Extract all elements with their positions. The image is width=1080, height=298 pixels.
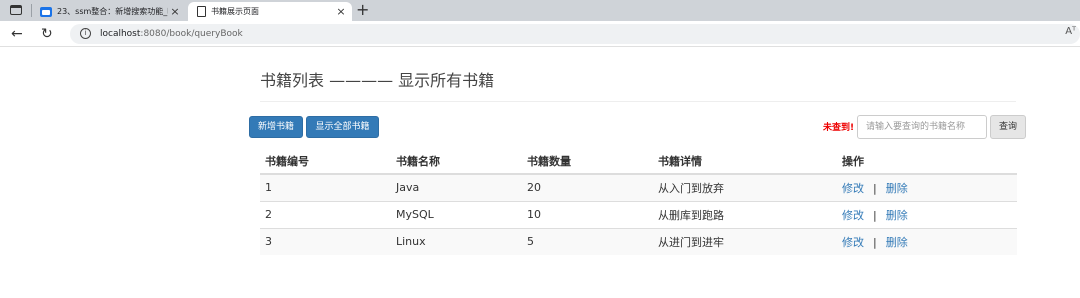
show-all-books-button[interactable]: 显示全部书籍: [306, 116, 379, 138]
browser-tab-2[interactable]: 书籍展示页面 ×: [188, 2, 352, 21]
browser-tab-1[interactable]: 23、ssm整合：新增搜索功能_咔 ×: [34, 2, 186, 21]
delete-link[interactable]: 删除: [886, 209, 908, 222]
not-found-message: 未查到!: [823, 123, 855, 133]
tab-close-icon[interactable]: ×: [334, 5, 348, 18]
address-bar: ← ↻ i localhost:8080/book/queryBook Aᵀ: [0, 21, 1080, 47]
cell-id: 2: [260, 200, 391, 228]
tab-actions-icon[interactable]: [10, 5, 22, 15]
tab-title: 23、ssm整合：新增搜索功能_咔: [57, 7, 168, 16]
cell-id: 1: [260, 173, 391, 201]
page-icon: [197, 6, 206, 17]
new-tab-button[interactable]: +: [356, 1, 369, 19]
tab-divider: [31, 4, 32, 17]
action-separator: |: [873, 208, 877, 222]
cell-name: Java: [391, 173, 522, 201]
column-header-detail: 书籍详情: [653, 148, 837, 175]
cell-actions: 修改 | 删除: [837, 227, 1017, 255]
action-separator: |: [873, 235, 877, 249]
omnibox[interactable]: i localhost:8080/book/queryBook Aᵀ: [70, 24, 1080, 44]
cell-actions: 修改 | 删除: [837, 200, 1017, 228]
cell-detail: 从删库到跑路: [653, 200, 837, 228]
column-header-id: 书籍编号: [260, 148, 391, 175]
back-arrow-icon[interactable]: ←: [11, 25, 23, 43]
cell-id: 3: [260, 227, 391, 255]
add-book-button[interactable]: 新增书籍: [249, 116, 303, 138]
table-row: 2 MySQL 10 从删库到跑路 修改 | 删除: [260, 200, 1017, 228]
delete-link[interactable]: 删除: [886, 236, 908, 249]
edit-link[interactable]: 修改: [842, 209, 864, 222]
edit-link[interactable]: 修改: [842, 236, 864, 249]
column-header-name: 书籍名称: [391, 148, 522, 175]
table-row: 1 Java 20 从入门到放弃 修改 | 删除: [260, 173, 1017, 201]
reload-icon[interactable]: ↻: [41, 25, 53, 43]
delete-link[interactable]: 删除: [886, 182, 908, 195]
cell-name: MySQL: [391, 200, 522, 228]
table-header-row: 书籍编号 书籍名称 书籍数量 书籍详情 操作: [260, 148, 1017, 175]
search-button[interactable]: 查询: [990, 115, 1026, 139]
cell-detail: 从入门到放弃: [653, 173, 837, 201]
tab-close-icon[interactable]: ×: [168, 5, 182, 18]
cell-actions: 修改 | 删除: [837, 173, 1017, 201]
cell-detail: 从进门到进牢: [653, 227, 837, 255]
page-title: 书籍列表 ———— 显示所有书籍: [260, 71, 495, 90]
edit-link[interactable]: 修改: [842, 182, 864, 195]
action-separator: |: [873, 181, 877, 195]
header-divider: [260, 101, 1016, 102]
column-header-actions: 操作: [837, 148, 1017, 175]
info-icon[interactable]: i: [80, 28, 91, 39]
books-table: 书籍编号 书籍名称 书籍数量 书籍详情 操作 1 Java 20 从入门到放弃 …: [260, 148, 1017, 255]
tab-title: 书籍展示页面: [211, 7, 259, 16]
read-aloud-icon[interactable]: Aᵀ: [1065, 26, 1076, 37]
column-header-count: 书籍数量: [522, 148, 653, 175]
browser-tab-bar: 23、ssm整合：新增搜索功能_咔 × 书籍展示页面 × +: [0, 0, 1080, 21]
calendar-icon: [40, 6, 52, 17]
cell-name: Linux: [391, 227, 522, 255]
cell-count: 10: [522, 200, 653, 228]
url-text[interactable]: localhost:8080/book/queryBook: [100, 27, 243, 41]
cell-count: 5: [522, 227, 653, 255]
table-row: 3 Linux 5 从进门到进牢 修改 | 删除: [260, 227, 1017, 255]
cell-count: 20: [522, 173, 653, 201]
search-input[interactable]: [857, 115, 987, 139]
